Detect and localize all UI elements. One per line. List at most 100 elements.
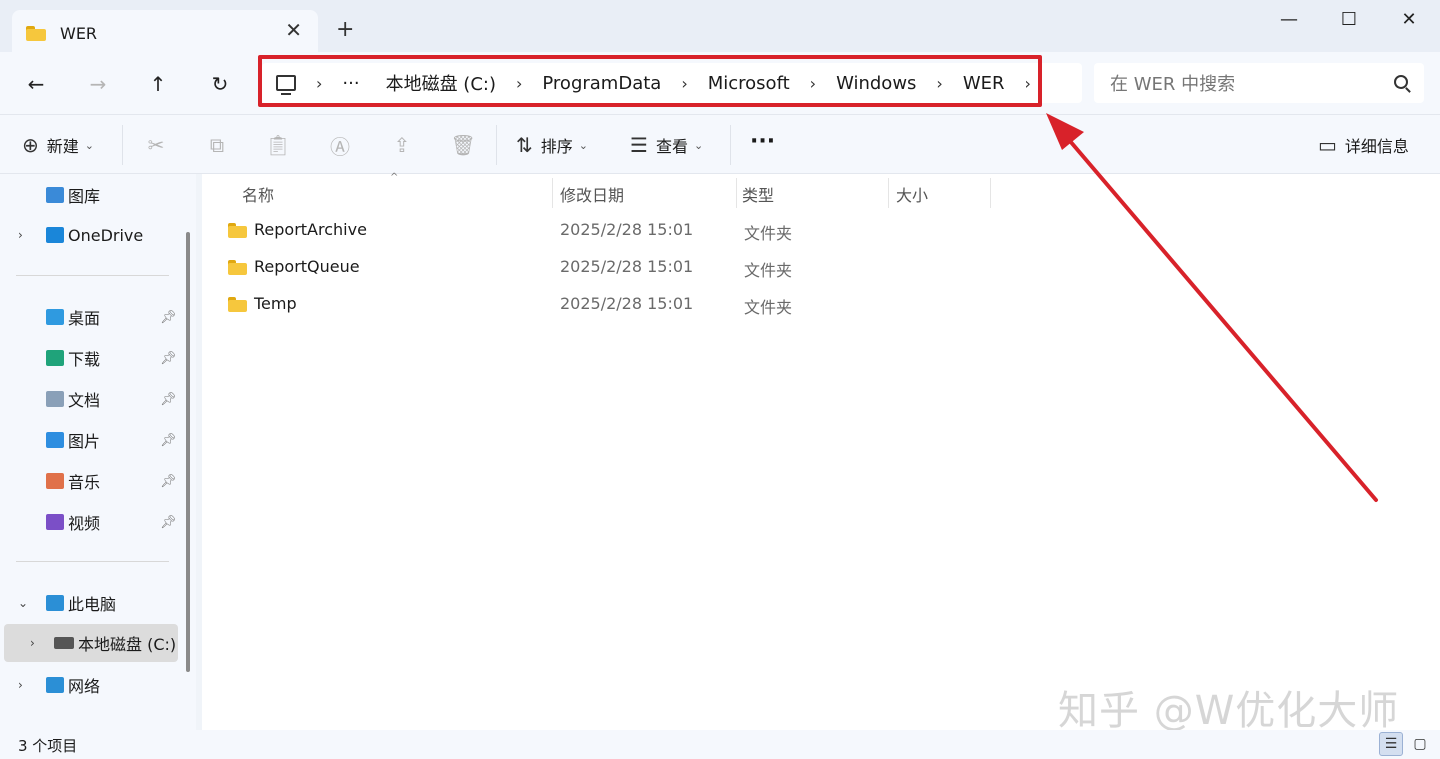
details-pane-icon: ▭ — [1318, 133, 1337, 157]
divider — [730, 125, 731, 165]
column-divider[interactable] — [552, 178, 553, 208]
table-row[interactable]: Temp 2025/2/28 15:01 文件夹 — [228, 288, 988, 322]
file-modified: 2025/2/28 15:01 — [560, 294, 694, 313]
tab-wer[interactable]: WER ✕ — [12, 10, 318, 56]
downloads-icon — [46, 350, 64, 366]
table-row[interactable]: ReportQueue 2025/2/28 15:01 文件夹 — [228, 251, 988, 285]
divider — [16, 275, 169, 276]
pictures-icon — [46, 432, 64, 448]
videos-icon — [46, 514, 64, 530]
file-modified: 2025/2/28 15:01 — [560, 220, 694, 239]
sidebar-item-onedrive[interactable]: › OneDrive — [0, 216, 180, 254]
divider — [122, 125, 123, 165]
column-divider[interactable] — [888, 178, 889, 208]
file-list: ^ 名称 修改日期 类型 大小 ReportArchive 2025/2/28 … — [202, 172, 1440, 730]
drive-icon — [54, 637, 74, 649]
command-bar: ⊕ 新建 ⌄ ✂ ⧉ 📋︎ Ⓐ ⇪ 🗑︎ ⇅ 排序 ⌄ ☰ 查看 ⌄ ··· ▭… — [0, 114, 1440, 174]
sidebar-item-this-pc[interactable]: ⌄ 此电脑 — [0, 584, 180, 622]
forward-button[interactable]: → — [84, 70, 112, 98]
search-input[interactable]: 在 WER 中搜索 — [1094, 63, 1424, 103]
sidebar-scrollbar[interactable] — [186, 232, 190, 672]
column-divider[interactable] — [990, 178, 991, 208]
watermark: 知乎 @W优化大师 — [1058, 688, 1400, 734]
sidebar-item-gallery[interactable]: 图库 — [0, 176, 180, 214]
chevron-right-icon[interactable]: › — [18, 678, 23, 692]
divider — [496, 125, 497, 165]
rename-icon[interactable]: Ⓐ — [328, 133, 352, 159]
sort-ascending-icon: ^ — [390, 172, 399, 183]
details-button[interactable]: ▭ 详细信息 — [1318, 133, 1409, 157]
pin-icon[interactable]: 📌︎ — [160, 515, 177, 530]
chevron-right-icon[interactable]: › — [30, 636, 35, 650]
minimize-button[interactable]: — — [1278, 8, 1300, 30]
column-header-type[interactable]: 类型 — [742, 182, 774, 206]
chevron-down-icon: ⌄ — [578, 138, 588, 152]
sort-button[interactable]: ⇅ 排序 ⌄ — [516, 133, 588, 157]
column-divider[interactable] — [736, 178, 737, 208]
new-button[interactable]: ⊕ 新建 ⌄ — [22, 133, 94, 157]
sidebar-item-documents[interactable]: 文档 📌︎ — [0, 380, 180, 418]
status-bar: 3 个项目 ☰ ▢ — [0, 730, 1440, 759]
address-row: ← → ↑ ↻ › ··· 本地磁盘 (C:) › ProgramData › … — [0, 52, 1440, 114]
share-icon[interactable]: ⇪ — [390, 133, 414, 157]
pin-icon[interactable]: 📌︎ — [160, 433, 177, 448]
sidebar-item-desktop[interactable]: 桌面 📌︎ — [0, 298, 180, 336]
file-type: 文件夹 — [744, 224, 793, 243]
sort-icon: ⇅ — [516, 133, 533, 157]
folder-icon — [228, 223, 247, 238]
new-label: 新建 — [46, 137, 79, 156]
divider — [16, 561, 169, 562]
new-tab-button[interactable]: + — [336, 18, 354, 42]
file-type: 文件夹 — [744, 298, 793, 317]
chevron-down-icon[interactable]: ⌄ — [18, 596, 28, 610]
sidebar-item-pictures[interactable]: 图片 📌︎ — [0, 421, 180, 459]
file-name: ReportArchive — [254, 220, 367, 239]
column-header-modified[interactable]: 修改日期 — [560, 182, 624, 206]
plus-circle-icon: ⊕ — [22, 133, 39, 157]
column-header-name[interactable]: 名称 — [242, 182, 274, 206]
address-highlight-box — [258, 55, 1042, 107]
music-icon — [46, 473, 64, 489]
file-name: Temp — [254, 294, 297, 313]
close-button[interactable]: ✕ — [1398, 8, 1420, 30]
tab-title: WER — [60, 23, 98, 43]
maximize-button[interactable]: ☐ — [1338, 8, 1360, 30]
cut-icon[interactable]: ✂ — [144, 133, 168, 157]
sidebar-item-downloads[interactable]: 下载 📌︎ — [0, 339, 180, 377]
pin-icon[interactable]: 📌︎ — [160, 310, 177, 325]
pin-icon[interactable]: 📌︎ — [160, 351, 177, 366]
more-options-button[interactable]: ··· — [750, 129, 775, 154]
delete-icon[interactable]: 🗑︎ — [450, 133, 475, 157]
copy-icon[interactable]: ⧉ — [205, 133, 229, 157]
back-button[interactable]: ← — [22, 70, 50, 98]
refresh-button[interactable]: ↻ — [206, 70, 234, 98]
sidebar-item-music[interactable]: 音乐 📌︎ — [0, 462, 180, 500]
gallery-icon — [46, 187, 64, 203]
sidebar-item-local-disk[interactable]: › 本地磁盘 (C:) — [4, 624, 178, 662]
folder-icon — [228, 260, 247, 275]
sidebar-item-videos[interactable]: 视频 📌︎ — [0, 503, 180, 541]
search-icon[interactable] — [1394, 75, 1408, 89]
file-modified: 2025/2/28 15:01 — [560, 257, 694, 276]
documents-icon — [46, 391, 64, 407]
computer-icon — [46, 595, 64, 611]
details-view-icon[interactable]: ☰ — [1379, 732, 1403, 756]
tiles-view-icon[interactable]: ▢ — [1408, 732, 1432, 756]
chevron-right-icon[interactable]: › — [18, 228, 23, 242]
pin-icon[interactable]: 📌︎ — [160, 474, 177, 489]
file-name: ReportQueue — [254, 257, 360, 276]
column-header-size[interactable]: 大小 — [896, 182, 928, 206]
file-type: 文件夹 — [744, 261, 793, 280]
onedrive-icon — [46, 227, 64, 243]
tab-close-icon[interactable]: ✕ — [285, 20, 302, 40]
sidebar-item-network[interactable]: › 网络 — [0, 666, 180, 704]
desktop-icon — [46, 309, 64, 325]
folder-icon — [228, 297, 247, 312]
up-button[interactable]: ↑ — [144, 70, 172, 98]
details-label: 详细信息 — [1344, 137, 1409, 156]
view-button[interactable]: ☰ 查看 ⌄ — [630, 133, 703, 157]
paste-icon[interactable]: 📋︎ — [265, 133, 290, 157]
table-row[interactable]: ReportArchive 2025/2/28 15:01 文件夹 — [228, 214, 988, 248]
pin-icon[interactable]: 📌︎ — [160, 392, 177, 407]
folder-icon — [26, 25, 46, 41]
